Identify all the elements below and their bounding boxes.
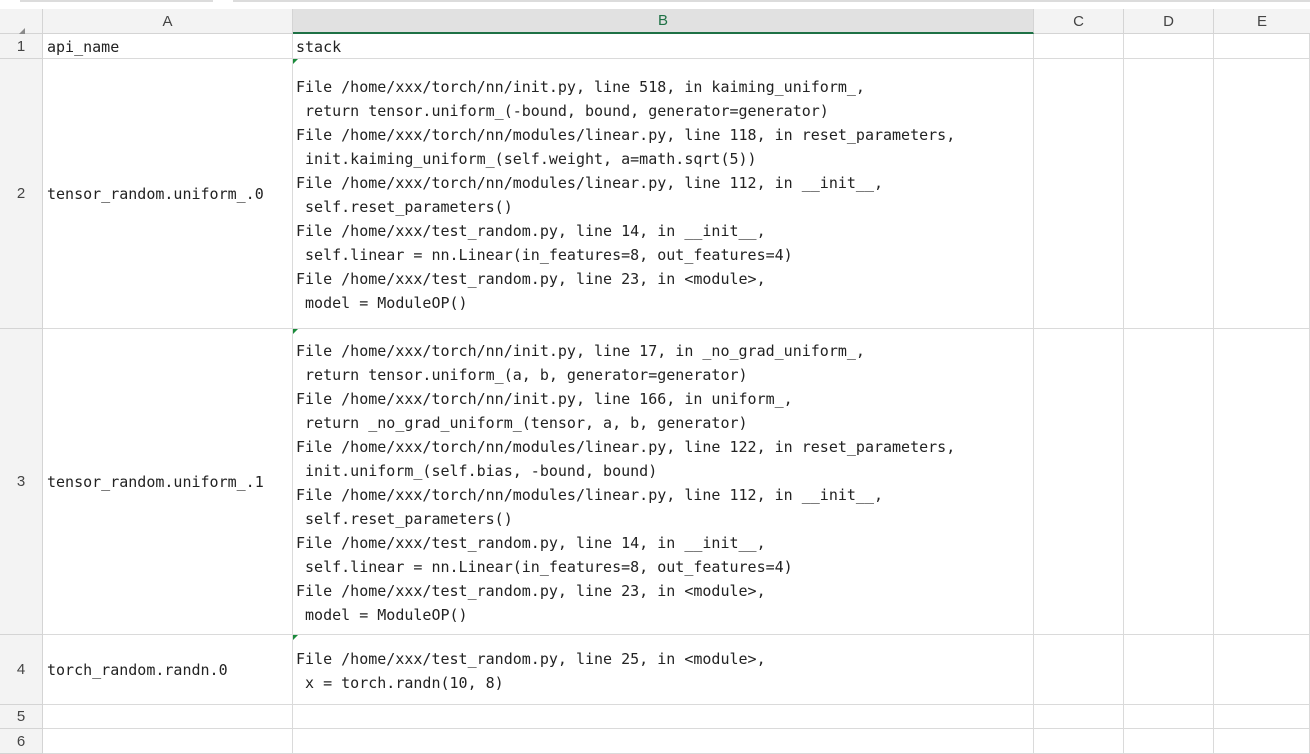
row-header-5[interactable]: 5 <box>0 705 43 729</box>
column-header-b[interactable]: B <box>293 9 1034 34</box>
gridline <box>1213 34 1214 754</box>
cell-a4[interactable]: torch_random.randn.0 <box>47 635 291 705</box>
sheet-tab-edge <box>233 0 1310 2</box>
cell-a6[interactable] <box>47 729 291 754</box>
select-all-corner[interactable] <box>0 9 43 35</box>
gridline <box>292 34 293 754</box>
cell-b2[interactable]: File /home/xxx/torch/nn/init.py, line 51… <box>296 75 1032 325</box>
cell-b4[interactable]: File /home/xxx/test_random.py, line 25, … <box>296 647 1032 703</box>
comment-marker-icon <box>293 59 298 64</box>
row-header-1[interactable]: 1 <box>0 34 43 59</box>
comment-marker-icon <box>293 635 298 640</box>
sheet-tab-edge <box>20 0 213 2</box>
column-header-e[interactable]: E <box>1214 9 1310 34</box>
cell-a3[interactable]: tensor_random.uniform_.1 <box>47 329 291 635</box>
cell-a1[interactable]: api_name <box>47 34 291 59</box>
comment-marker-icon <box>293 329 298 334</box>
column-header-d[interactable]: D <box>1124 9 1214 34</box>
row-header-6[interactable]: 6 <box>0 729 43 754</box>
cell-a2[interactable]: tensor_random.uniform_.0 <box>47 59 291 329</box>
cell-b1[interactable]: stack <box>296 34 1032 59</box>
row-header-3[interactable]: 3 <box>0 329 43 635</box>
row-header-4[interactable]: 4 <box>0 635 43 705</box>
gridline <box>1033 34 1034 754</box>
gridline <box>1123 34 1124 754</box>
row-header-2[interactable]: 2 <box>0 59 43 329</box>
cell-a5[interactable] <box>47 705 291 729</box>
cell-b3[interactable]: File /home/xxx/torch/nn/init.py, line 17… <box>296 339 1032 633</box>
column-header-c[interactable]: C <box>1034 9 1124 34</box>
top-strip <box>0 0 1310 9</box>
cell-b6[interactable] <box>296 729 1032 754</box>
column-header-a[interactable]: A <box>43 9 293 34</box>
cell-b5[interactable] <box>296 705 1032 729</box>
